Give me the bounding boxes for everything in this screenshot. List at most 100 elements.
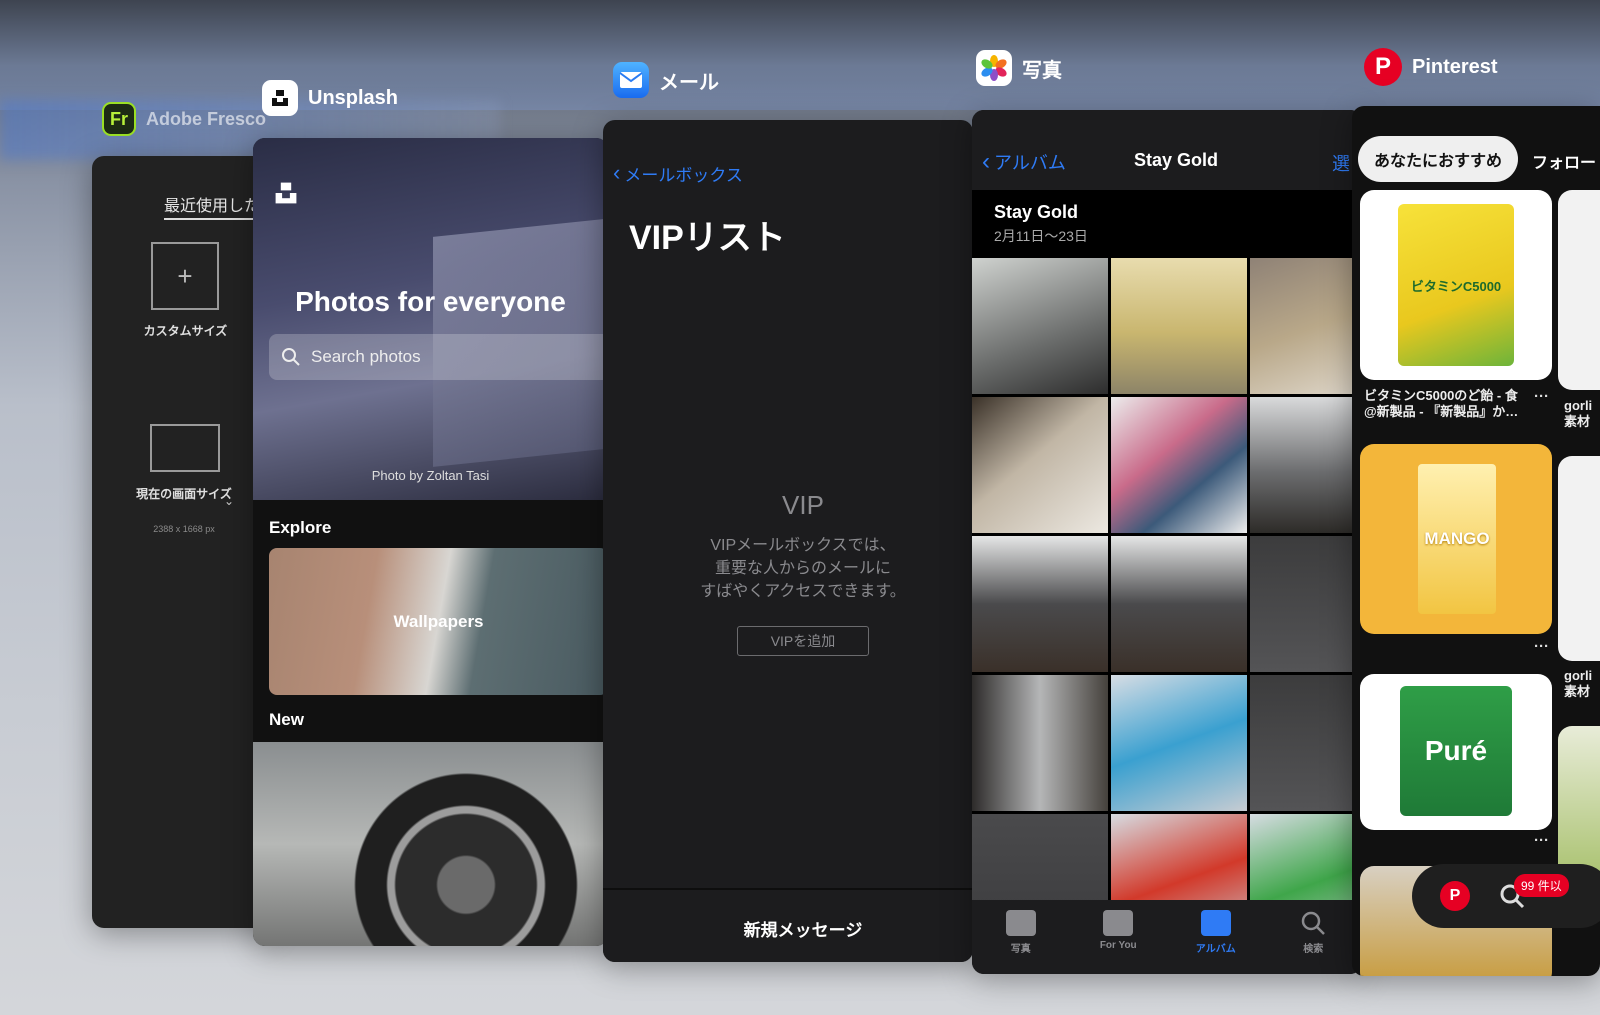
photos-tab-icon bbox=[1005, 910, 1036, 936]
vip-desc-line-3: すばやくアクセスできます。 bbox=[700, 583, 906, 600]
app-name-mail: メール bbox=[659, 71, 719, 94]
photo-thumbnail[interactable] bbox=[1250, 536, 1362, 672]
app-card-unsplash[interactable]: Photos for everyone Search photos Photo … bbox=[253, 138, 608, 946]
pin-caption-line-1: ビタミンC5000のど飴 - 食 bbox=[1364, 388, 1518, 403]
vip-list-title: VIPリスト bbox=[629, 219, 786, 257]
photo-grid bbox=[972, 258, 1362, 950]
pin-side-1[interactable] bbox=[1558, 190, 1600, 390]
pin-product-pure: Puré bbox=[1400, 686, 1512, 816]
pin-caption-line-2: @新製品 - 『新製品』か… bbox=[1364, 404, 1519, 419]
photos-tab-bar: 写真 For You アルバム 検索 bbox=[972, 900, 1362, 974]
more-icon[interactable]: ··· bbox=[1534, 388, 1549, 405]
chevron-down-icon[interactable]: ⌄ bbox=[224, 494, 234, 508]
for-you-tab-icon bbox=[1103, 910, 1134, 936]
search-placeholder: Search photos bbox=[311, 347, 421, 366]
unsplash-logo-icon[interactable] bbox=[273, 180, 299, 206]
app-card-pinterest[interactable]: あなたにおすすめ フォロー ビタミンC5000 ビタミンC5000のど飴 - 食… bbox=[1352, 106, 1600, 976]
tab-for-you-label: For You bbox=[1099, 940, 1137, 951]
photo-thumbnail[interactable] bbox=[972, 675, 1108, 811]
mail-app-icon bbox=[613, 62, 649, 98]
pin-product-text: Puré bbox=[1424, 735, 1488, 766]
tab-albums[interactable]: アルバム bbox=[1181, 910, 1251, 974]
pin-product-text: MANGO bbox=[1424, 529, 1490, 548]
app-card-photos[interactable]: ‹ アルバム Stay Gold 選 Stay Gold 2月11日〜23日 写… bbox=[972, 110, 1362, 974]
photos-nav-bar: ‹ アルバム Stay Gold 選 bbox=[972, 110, 1362, 190]
hero-image: Photos for everyone Search photos Photo … bbox=[253, 138, 608, 500]
chevron-left-icon: ‹ bbox=[613, 160, 621, 185]
select-button[interactable]: 選 bbox=[1332, 150, 1350, 176]
app-name-fresco: Adobe Fresco bbox=[146, 108, 267, 129]
new-message-button[interactable]: 新規メッセージ bbox=[603, 916, 973, 941]
app-header-pinterest[interactable]: P Pinterest bbox=[1364, 48, 1498, 86]
for-you-chip[interactable]: あなたにおすすめ bbox=[1358, 136, 1519, 182]
search-icon bbox=[1302, 911, 1326, 935]
photo-credit[interactable]: Photo by Zoltan Tasi bbox=[253, 468, 608, 483]
app-header-photos[interactable]: 写真 bbox=[976, 50, 1062, 86]
new-photo-motorcycle[interactable] bbox=[253, 742, 608, 946]
tab-photos[interactable]: 写真 bbox=[986, 910, 1056, 974]
app-header-mail[interactable]: メール bbox=[613, 62, 719, 98]
photo-thumbnail[interactable] bbox=[1250, 675, 1362, 811]
pin-product-mango: MANGO bbox=[1418, 464, 1496, 614]
current-size-label: 現在の画面サイズ bbox=[136, 487, 232, 501]
photo-thumbnail[interactable] bbox=[972, 397, 1108, 533]
albums-tab-icon bbox=[1200, 910, 1231, 936]
app-header-unsplash[interactable]: Unsplash bbox=[262, 80, 398, 116]
album-back-label: アルバム bbox=[994, 153, 1066, 173]
pin-mango[interactable]: MANGO bbox=[1360, 444, 1552, 634]
pin-side-2[interactable] bbox=[1558, 456, 1600, 661]
app-header-fresco[interactable]: Fr Adobe Fresco bbox=[102, 102, 266, 136]
pinterest-bottom-bar: P bbox=[1412, 864, 1600, 928]
recent-tab[interactable]: 最近使用した bbox=[164, 192, 260, 216]
pin-caption[interactable]: ビタミンC5000のど飴 - 食 @新製品 - 『新製品』か… bbox=[1364, 388, 1518, 420]
mailbox-back-button[interactable]: ‹ メールボックス bbox=[613, 160, 743, 186]
current-size-button[interactable] bbox=[150, 424, 220, 472]
wallpapers-tile[interactable]: Wallpapers bbox=[269, 548, 608, 695]
tab-albums-label: アルバム bbox=[1195, 944, 1236, 955]
photo-thumbnail[interactable] bbox=[1111, 536, 1247, 672]
chevron-left-icon: ‹ bbox=[982, 148, 990, 175]
photo-thumbnail[interactable] bbox=[972, 536, 1108, 672]
app-card-mail[interactable]: ‹ メールボックス VIPリスト VIP VIPメールボックスでは、 重要な人か… bbox=[603, 120, 973, 962]
pin-vitamin-c[interactable]: ビタミンC5000 bbox=[1360, 190, 1552, 380]
new-heading: New bbox=[269, 710, 304, 729]
tab-photos-label: 写真 bbox=[1010, 944, 1031, 955]
pin-side-caption-line-1: gorli bbox=[1564, 398, 1593, 413]
photo-thumbnail[interactable] bbox=[1111, 397, 1247, 533]
mailbox-back-label: メールボックス bbox=[624, 165, 743, 185]
search-icon bbox=[282, 348, 300, 366]
pin-side-caption-line-2: 素材 bbox=[1564, 414, 1591, 429]
vip-empty-title: VIP bbox=[782, 490, 824, 520]
add-vip-button[interactable]: VIPを追加 bbox=[737, 626, 869, 656]
tab-for-you[interactable]: For You bbox=[1083, 910, 1153, 974]
pin-side-caption: gorli 素材 bbox=[1564, 668, 1592, 700]
photos-app-icon bbox=[976, 50, 1012, 86]
photo-thumbnail[interactable] bbox=[1111, 675, 1247, 811]
photo-thumbnail[interactable] bbox=[1250, 397, 1362, 533]
photo-thumbnail[interactable] bbox=[1250, 258, 1362, 394]
wallpapers-label: Wallpapers bbox=[393, 611, 484, 631]
album-back-button[interactable]: ‹ アルバム bbox=[982, 148, 1066, 176]
pin-side-3[interactable] bbox=[1558, 726, 1600, 886]
following-tab[interactable]: フォロー bbox=[1532, 149, 1596, 173]
photo-thumbnail[interactable] bbox=[972, 258, 1108, 394]
pinterest-app-icon: P bbox=[1364, 48, 1402, 86]
pin-pure[interactable]: Puré bbox=[1360, 674, 1552, 830]
explore-heading: Explore bbox=[269, 518, 332, 537]
tab-search[interactable]: 検索 bbox=[1278, 910, 1348, 974]
search-input[interactable]: Search photos bbox=[269, 334, 608, 380]
pin-side-caption-line-3: gorli bbox=[1564, 668, 1593, 683]
app-name-unsplash: Unsplash bbox=[308, 86, 399, 109]
nav-title: Stay Gold bbox=[1134, 150, 1219, 170]
more-icon[interactable]: ··· bbox=[1534, 832, 1549, 849]
pinterest-home-icon[interactable]: P bbox=[1440, 881, 1470, 911]
app-card-fresco[interactable]: 最近使用した + カスタムサイズ 現在の画面サイズ ⌄ 2388 x 1668 … bbox=[92, 156, 272, 928]
album-dates: 2月11日〜23日 bbox=[994, 228, 1088, 244]
pin-side-caption: gorli 素材 bbox=[1564, 398, 1592, 430]
tab-search-label: 検索 bbox=[1303, 944, 1324, 955]
hero-title: Photos for everyone bbox=[295, 286, 566, 317]
current-size-dimensions: 2388 x 1668 px bbox=[153, 524, 215, 534]
more-icon[interactable]: ··· bbox=[1534, 638, 1549, 655]
custom-size-button[interactable]: + bbox=[151, 242, 219, 310]
photo-thumbnail[interactable] bbox=[1111, 258, 1247, 394]
